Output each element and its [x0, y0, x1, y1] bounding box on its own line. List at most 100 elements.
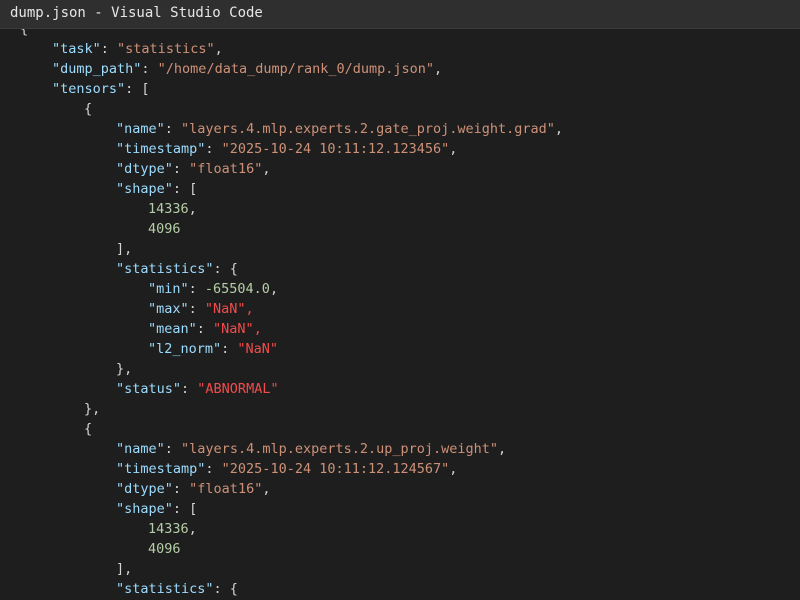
code-token: : [205, 461, 222, 477]
code-token: : [ [125, 81, 150, 97]
code-line[interactable]: }, [116, 359, 132, 379]
code-token: { [20, 29, 29, 37]
code-line[interactable]: "timestamp": "2025-10-24 10:11:12.124567… [116, 459, 457, 479]
code-line[interactable]: { [20, 29, 28, 39]
code-token: , [498, 441, 507, 457]
code-token: "timestamp" [116, 141, 206, 157]
code-token: : [221, 341, 238, 357]
code-token: : [172, 481, 190, 497]
vscode-window: dump.json - Visual Studio Code {"task": … [0, 0, 800, 600]
code-token: : [164, 441, 182, 457]
code-token: , [214, 41, 223, 57]
code-token: "/home/data_dump/rank_0/dump.json" [157, 61, 435, 77]
title-bar[interactable]: dump.json - Visual Studio Code [0, 0, 800, 29]
code-token: , [449, 461, 458, 477]
code-line[interactable]: "shape": [ [116, 499, 197, 519]
code-line[interactable]: "dtype": "float16", [116, 159, 270, 179]
code-line[interactable]: "l2_norm": "NaN" [148, 339, 278, 359]
code-line[interactable]: "min": -65504.0, [148, 279, 278, 299]
code-line[interactable]: ], [116, 239, 132, 259]
code-token: : [196, 321, 214, 337]
code-token: "tensors" [52, 81, 126, 97]
code-token: }, [116, 361, 133, 377]
code-line[interactable]: { [84, 419, 92, 439]
code-line[interactable]: ], [116, 559, 132, 579]
code-token: "timestamp" [116, 461, 206, 477]
code-token: , [245, 301, 254, 317]
code-token: "statistics" [117, 41, 215, 57]
code-token: , [188, 201, 197, 217]
code-token: : [100, 41, 118, 57]
code-line[interactable]: "status": "ABNORMAL" [116, 379, 279, 399]
code-token: , [269, 281, 279, 297]
code-line[interactable]: "max": "NaN", [148, 299, 254, 319]
code-token: "shape" [116, 501, 173, 517]
code-line[interactable]: "dump_path": "/home/data_dump/rank_0/dum… [52, 59, 442, 79]
code-token: "float16" [189, 161, 263, 177]
code-line[interactable]: "shape": [ [116, 179, 197, 199]
code-token: "min" [148, 281, 189, 297]
code-token: "mean" [148, 321, 197, 337]
code-token: : { [213, 581, 238, 597]
code-line[interactable]: { [84, 99, 92, 119]
window-title: dump.json - Visual Studio Code [10, 5, 263, 21]
code-token: , [262, 481, 271, 497]
code-token: ], [116, 561, 133, 577]
code-token: "2025-10-24 10:11:12.123456" [221, 141, 450, 157]
code-line[interactable]: "tensors": [ [52, 79, 150, 99]
code-token: 4096 [148, 541, 181, 557]
code-line[interactable]: "timestamp": "2025-10-24 10:11:12.123456… [116, 139, 457, 159]
code-line[interactable]: "mean": "NaN", [148, 319, 262, 339]
code-token: { [84, 101, 93, 117]
code-token: , [262, 161, 271, 177]
code-token: "NaN" [204, 301, 246, 317]
code-token: : [164, 121, 182, 137]
code-token: "statistics" [116, 261, 214, 277]
code-token: "max" [148, 301, 189, 317]
code-token: "name" [116, 121, 165, 137]
code-line[interactable]: }, [84, 399, 100, 419]
code-token: }, [84, 401, 101, 417]
code-token: "layers.4.mlp.experts.2.up_proj.weight" [181, 441, 499, 457]
code-line[interactable]: "statistics": { [116, 579, 238, 599]
code-line[interactable]: "task": "statistics", [52, 39, 223, 59]
code-token: : [141, 61, 158, 77]
code-token: "dtype" [116, 481, 173, 497]
code-token: "ABNORMAL" [197, 381, 279, 397]
code-token: "2025-10-24 10:11:12.124567" [221, 461, 450, 477]
code-token: , [554, 121, 564, 137]
code-line[interactable]: "dtype": "float16", [116, 479, 270, 499]
code-token: 14336 [148, 521, 189, 537]
code-token: 14336 [148, 201, 189, 217]
code-line[interactable]: "name": "layers.4.mlp.experts.2.gate_pro… [116, 119, 563, 139]
code-editor[interactable]: {"task": "statistics", "dump_path": "/hom… [0, 29, 800, 600]
code-token: "shape" [116, 181, 173, 197]
code-line[interactable]: 4096 [148, 219, 181, 239]
code-token: ], [116, 241, 133, 257]
code-token: { [84, 421, 93, 437]
code-token: "layers.4.mlp.experts.2.gate_proj.weight… [181, 121, 555, 137]
code-line[interactable]: 14336, [148, 519, 197, 539]
code-token: "NaN" [213, 321, 254, 337]
code-token: , [253, 321, 262, 337]
code-line[interactable]: 4096 [148, 539, 181, 559]
code-token: -65504.0 [204, 281, 270, 297]
code-token: "status" [116, 381, 182, 397]
code-token: , [449, 141, 458, 157]
code-line[interactable]: "statistics": { [116, 259, 238, 279]
code-token: , [434, 61, 443, 77]
code-line[interactable]: 14336, [148, 199, 197, 219]
code-token: "NaN" [237, 341, 279, 357]
code-token: : { [213, 261, 238, 277]
code-token: "statistics" [116, 581, 214, 597]
code-token: "float16" [189, 481, 263, 497]
code-token: : [ [172, 181, 198, 197]
code-token: , [188, 521, 197, 537]
code-token: : [188, 301, 205, 317]
code-line[interactable]: "name": "layers.4.mlp.experts.2.up_proj.… [116, 439, 506, 459]
code-token: : [188, 281, 205, 297]
code-token: "name" [116, 441, 165, 457]
code-token: "dump_path" [52, 61, 142, 77]
code-token: "task" [52, 41, 101, 57]
code-token: 4096 [148, 221, 181, 237]
